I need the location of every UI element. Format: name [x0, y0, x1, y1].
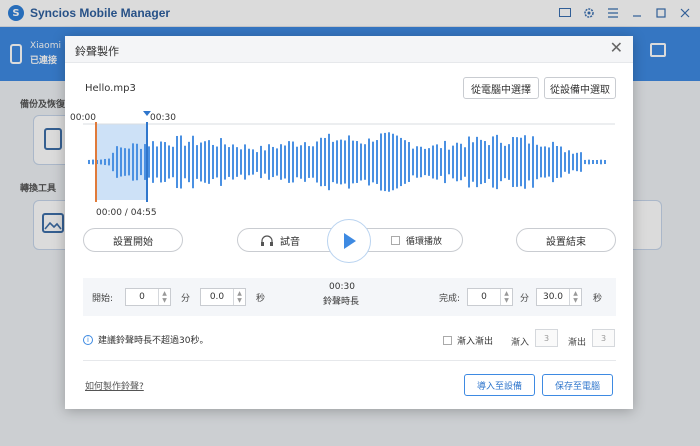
set-end-button[interactable]: 設置結束	[516, 228, 616, 252]
fade-checkbox-box[interactable]	[443, 336, 452, 345]
duration-value: 00:30	[329, 282, 355, 292]
waveform-bars	[88, 132, 606, 192]
select-from-device-button[interactable]: 從設備中選取	[544, 77, 616, 99]
start-minute-value[interactable]: 0	[126, 289, 158, 305]
end-minute-unit: 分	[520, 294, 530, 304]
import-to-device-button[interactable]: 導入至設備	[464, 374, 535, 396]
end-second-stepper[interactable]: 30.0 ▲ ▼	[536, 288, 582, 306]
fade-in-out-checkbox[interactable]: 漸入漸出	[443, 334, 493, 347]
loop-checkbox-box[interactable]	[391, 236, 400, 245]
fade-in-out-label: 漸入漸出	[457, 337, 494, 347]
start-second-stepper[interactable]: 0.0 ▲ ▼	[200, 288, 246, 306]
file-name: Hello.mp3	[85, 83, 136, 94]
time-settings: 開始: 0 ▲ ▼ 分 0.0 ▲ ▼ 秒 00:30 鈴聲時長 完成: 0 ▲ ▼ …	[83, 278, 616, 316]
waveform[interactable]	[65, 106, 633, 206]
play-icon	[344, 233, 356, 249]
preview-button[interactable]: 試音	[260, 233, 300, 248]
end-second-arrows[interactable]: ▲ ▼	[569, 289, 581, 305]
playback-position: 00:00 / 04:55	[96, 208, 157, 218]
fade-out-input[interactable]: 3	[592, 329, 615, 347]
waveform-area[interactable]: 00:00 00:30 00:00 / 04:55	[65, 106, 633, 224]
ringtone-maker-dialog: 鈴聲製作 ✕ Hello.mp3 從電腦中選擇 從設備中選取 00:00 00:…	[65, 36, 633, 409]
set-start-button[interactable]: 設置開始	[83, 228, 183, 252]
play-button[interactable]	[327, 219, 371, 263]
headphones-icon	[261, 235, 273, 246]
tip-text: 建議鈴聲時長不超過30秒。	[98, 336, 209, 346]
start-label: 開始:	[92, 294, 114, 304]
duration-tip: i 建議鈴聲時長不超過30秒。	[83, 333, 208, 346]
start-second-value[interactable]: 0.0	[201, 289, 233, 305]
select-from-pc-button[interactable]: 從電腦中選擇	[463, 77, 539, 99]
end-minute-value[interactable]: 0	[468, 289, 500, 305]
start-minute-arrows[interactable]: ▲ ▼	[158, 289, 170, 305]
fade-out-label: 漸出	[568, 338, 587, 348]
start-second-arrows[interactable]: ▲ ▼	[233, 289, 245, 305]
end-minute-stepper[interactable]: 0 ▲ ▼	[467, 288, 513, 306]
start-minute-stepper[interactable]: 0 ▲ ▼	[125, 288, 171, 306]
end-minute-arrows[interactable]: ▲ ▼	[500, 289, 512, 305]
info-icon: i	[83, 334, 93, 345]
preview-label: 試音	[280, 237, 300, 248]
duration-label: 鈴聲時長	[323, 297, 360, 307]
end-handle-marker[interactable]	[143, 111, 151, 116]
fade-in-label: 漸入	[511, 338, 530, 348]
loop-label: 循環播放	[406, 237, 443, 247]
fade-in-input[interactable]: 3	[535, 329, 558, 347]
end-second-unit: 秒	[593, 294, 603, 304]
dialog-title: 鈴聲製作	[75, 45, 119, 58]
start-second-unit: 秒	[256, 294, 266, 304]
help-link[interactable]: 如何製作鈴聲?	[85, 379, 144, 392]
footer-divider	[83, 360, 616, 361]
loop-checkbox[interactable]: 循環播放	[391, 234, 442, 247]
dialog-header: 鈴聲製作 ✕	[65, 36, 633, 63]
start-minute-unit: 分	[181, 294, 191, 304]
save-to-pc-button[interactable]: 保存至電腦	[542, 374, 613, 396]
end-second-value[interactable]: 30.0	[537, 289, 569, 305]
close-icon[interactable]: ✕	[610, 40, 623, 56]
end-label: 完成:	[439, 294, 461, 304]
